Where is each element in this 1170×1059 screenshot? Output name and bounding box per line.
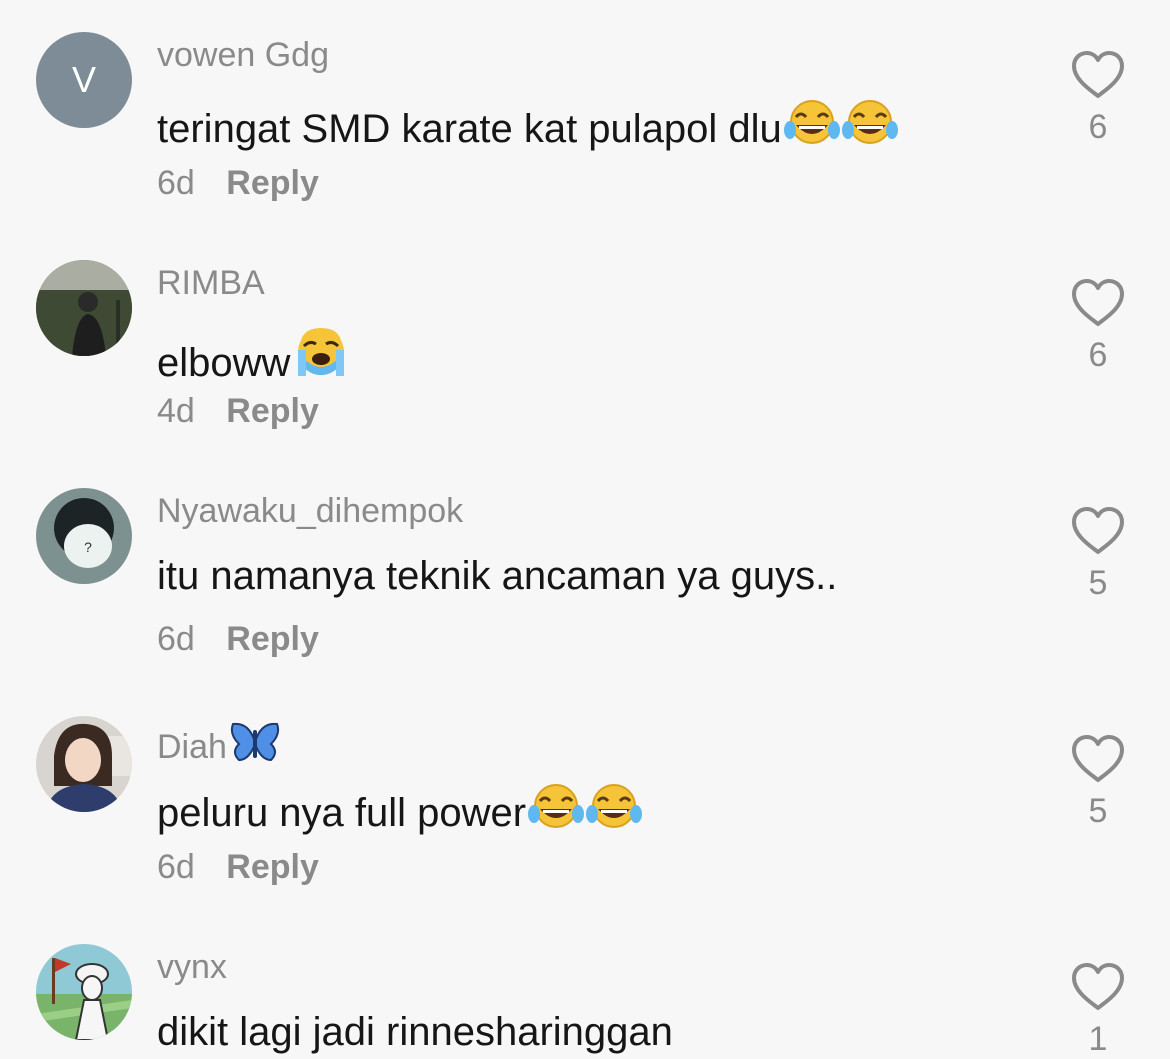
svg-text:?: ? bbox=[84, 539, 92, 555]
comment-time: 6d bbox=[157, 848, 195, 886]
comment-text-body: teringat SMD karate kat pulapol dlu bbox=[157, 107, 782, 151]
reply-button[interactable]: Reply bbox=[226, 392, 319, 430]
comment-username[interactable]: vynx bbox=[157, 948, 227, 987]
reply-button[interactable]: Reply bbox=[226, 620, 319, 658]
like-button[interactable]: 1 bbox=[1068, 962, 1128, 1059]
avatar-letter: V bbox=[36, 32, 132, 128]
avatar-photo bbox=[36, 716, 132, 812]
comment-text: elboww bbox=[157, 326, 350, 392]
crying-emoji bbox=[292, 326, 350, 392]
avatar-photo: ? bbox=[36, 488, 132, 584]
comment-item: Diah peluru nya full power 6d Reply 5 bbox=[0, 684, 1170, 912]
heart-icon bbox=[1068, 962, 1128, 1012]
comment-username[interactable]: Nyawaku_dihempok bbox=[157, 492, 463, 531]
comment-time: 6d bbox=[157, 164, 195, 202]
heart-icon bbox=[1068, 50, 1128, 100]
reply-button[interactable]: Reply bbox=[226, 164, 319, 202]
like-button[interactable]: 5 bbox=[1068, 506, 1128, 603]
like-count: 5 bbox=[1088, 564, 1108, 602]
avatar-photo bbox=[36, 944, 132, 1040]
reply-button[interactable]: Reply bbox=[226, 848, 319, 886]
comment-item: V vowen Gdg teringat SMD karate kat pula… bbox=[0, 0, 1170, 228]
heart-icon bbox=[1068, 278, 1128, 328]
comment-meta: 4d Reply bbox=[157, 392, 319, 431]
like-button[interactable]: 6 bbox=[1068, 50, 1128, 147]
like-button[interactable]: 5 bbox=[1068, 734, 1128, 831]
like-button[interactable]: 6 bbox=[1068, 278, 1128, 375]
comment-meta: 6d Reply bbox=[157, 620, 319, 659]
butterfly-emoji bbox=[229, 720, 281, 773]
like-count: 1 bbox=[1088, 1020, 1108, 1058]
comment-text: peluru nya full power bbox=[157, 782, 643, 842]
avatar[interactable] bbox=[36, 944, 132, 1040]
avatar[interactable] bbox=[36, 716, 132, 812]
comment-meta: 6d Reply bbox=[157, 848, 319, 887]
like-count: 6 bbox=[1088, 108, 1108, 146]
avatar[interactable]: ? bbox=[36, 488, 132, 584]
avatar[interactable]: V bbox=[36, 32, 132, 128]
comment-username[interactable]: vowen Gdg bbox=[157, 36, 329, 75]
comment-username[interactable]: Diah bbox=[157, 720, 281, 773]
comment-item: vynx dikit lagi jadi rinnesharinggan 1 bbox=[0, 912, 1170, 1059]
comment-meta: 6d Reply bbox=[157, 164, 319, 203]
comment-time: 6d bbox=[157, 620, 195, 658]
laughing-tears-emoji bbox=[841, 98, 898, 158]
like-count: 5 bbox=[1088, 792, 1108, 830]
avatar[interactable] bbox=[36, 260, 132, 356]
comment-username[interactable]: RIMBA bbox=[157, 264, 265, 303]
heart-icon bbox=[1068, 734, 1128, 784]
comment-item: ? Nyawaku_dihempok itu namanya teknik an… bbox=[0, 456, 1170, 684]
avatar-photo bbox=[36, 260, 132, 356]
laughing-tears-emoji bbox=[586, 782, 643, 842]
like-count: 6 bbox=[1088, 336, 1108, 374]
comment-text-body: peluru nya full power bbox=[157, 791, 527, 835]
comment-text: teringat SMD karate kat pulapol dlu bbox=[157, 98, 898, 158]
heart-icon bbox=[1068, 506, 1128, 556]
laughing-tears-emoji bbox=[528, 782, 585, 842]
comment-time: 4d bbox=[157, 392, 195, 430]
comment-text: dikit lagi jadi rinnesharinggan bbox=[157, 1010, 673, 1054]
comment-text-body: elboww bbox=[157, 341, 291, 385]
laughing-tears-emoji bbox=[783, 98, 840, 158]
comment-username-text: Diah bbox=[157, 728, 227, 766]
comment-item: RIMBA elboww 4d Reply 6 bbox=[0, 228, 1170, 456]
comment-text: itu namanya teknik ancaman ya guys.. bbox=[157, 554, 838, 598]
